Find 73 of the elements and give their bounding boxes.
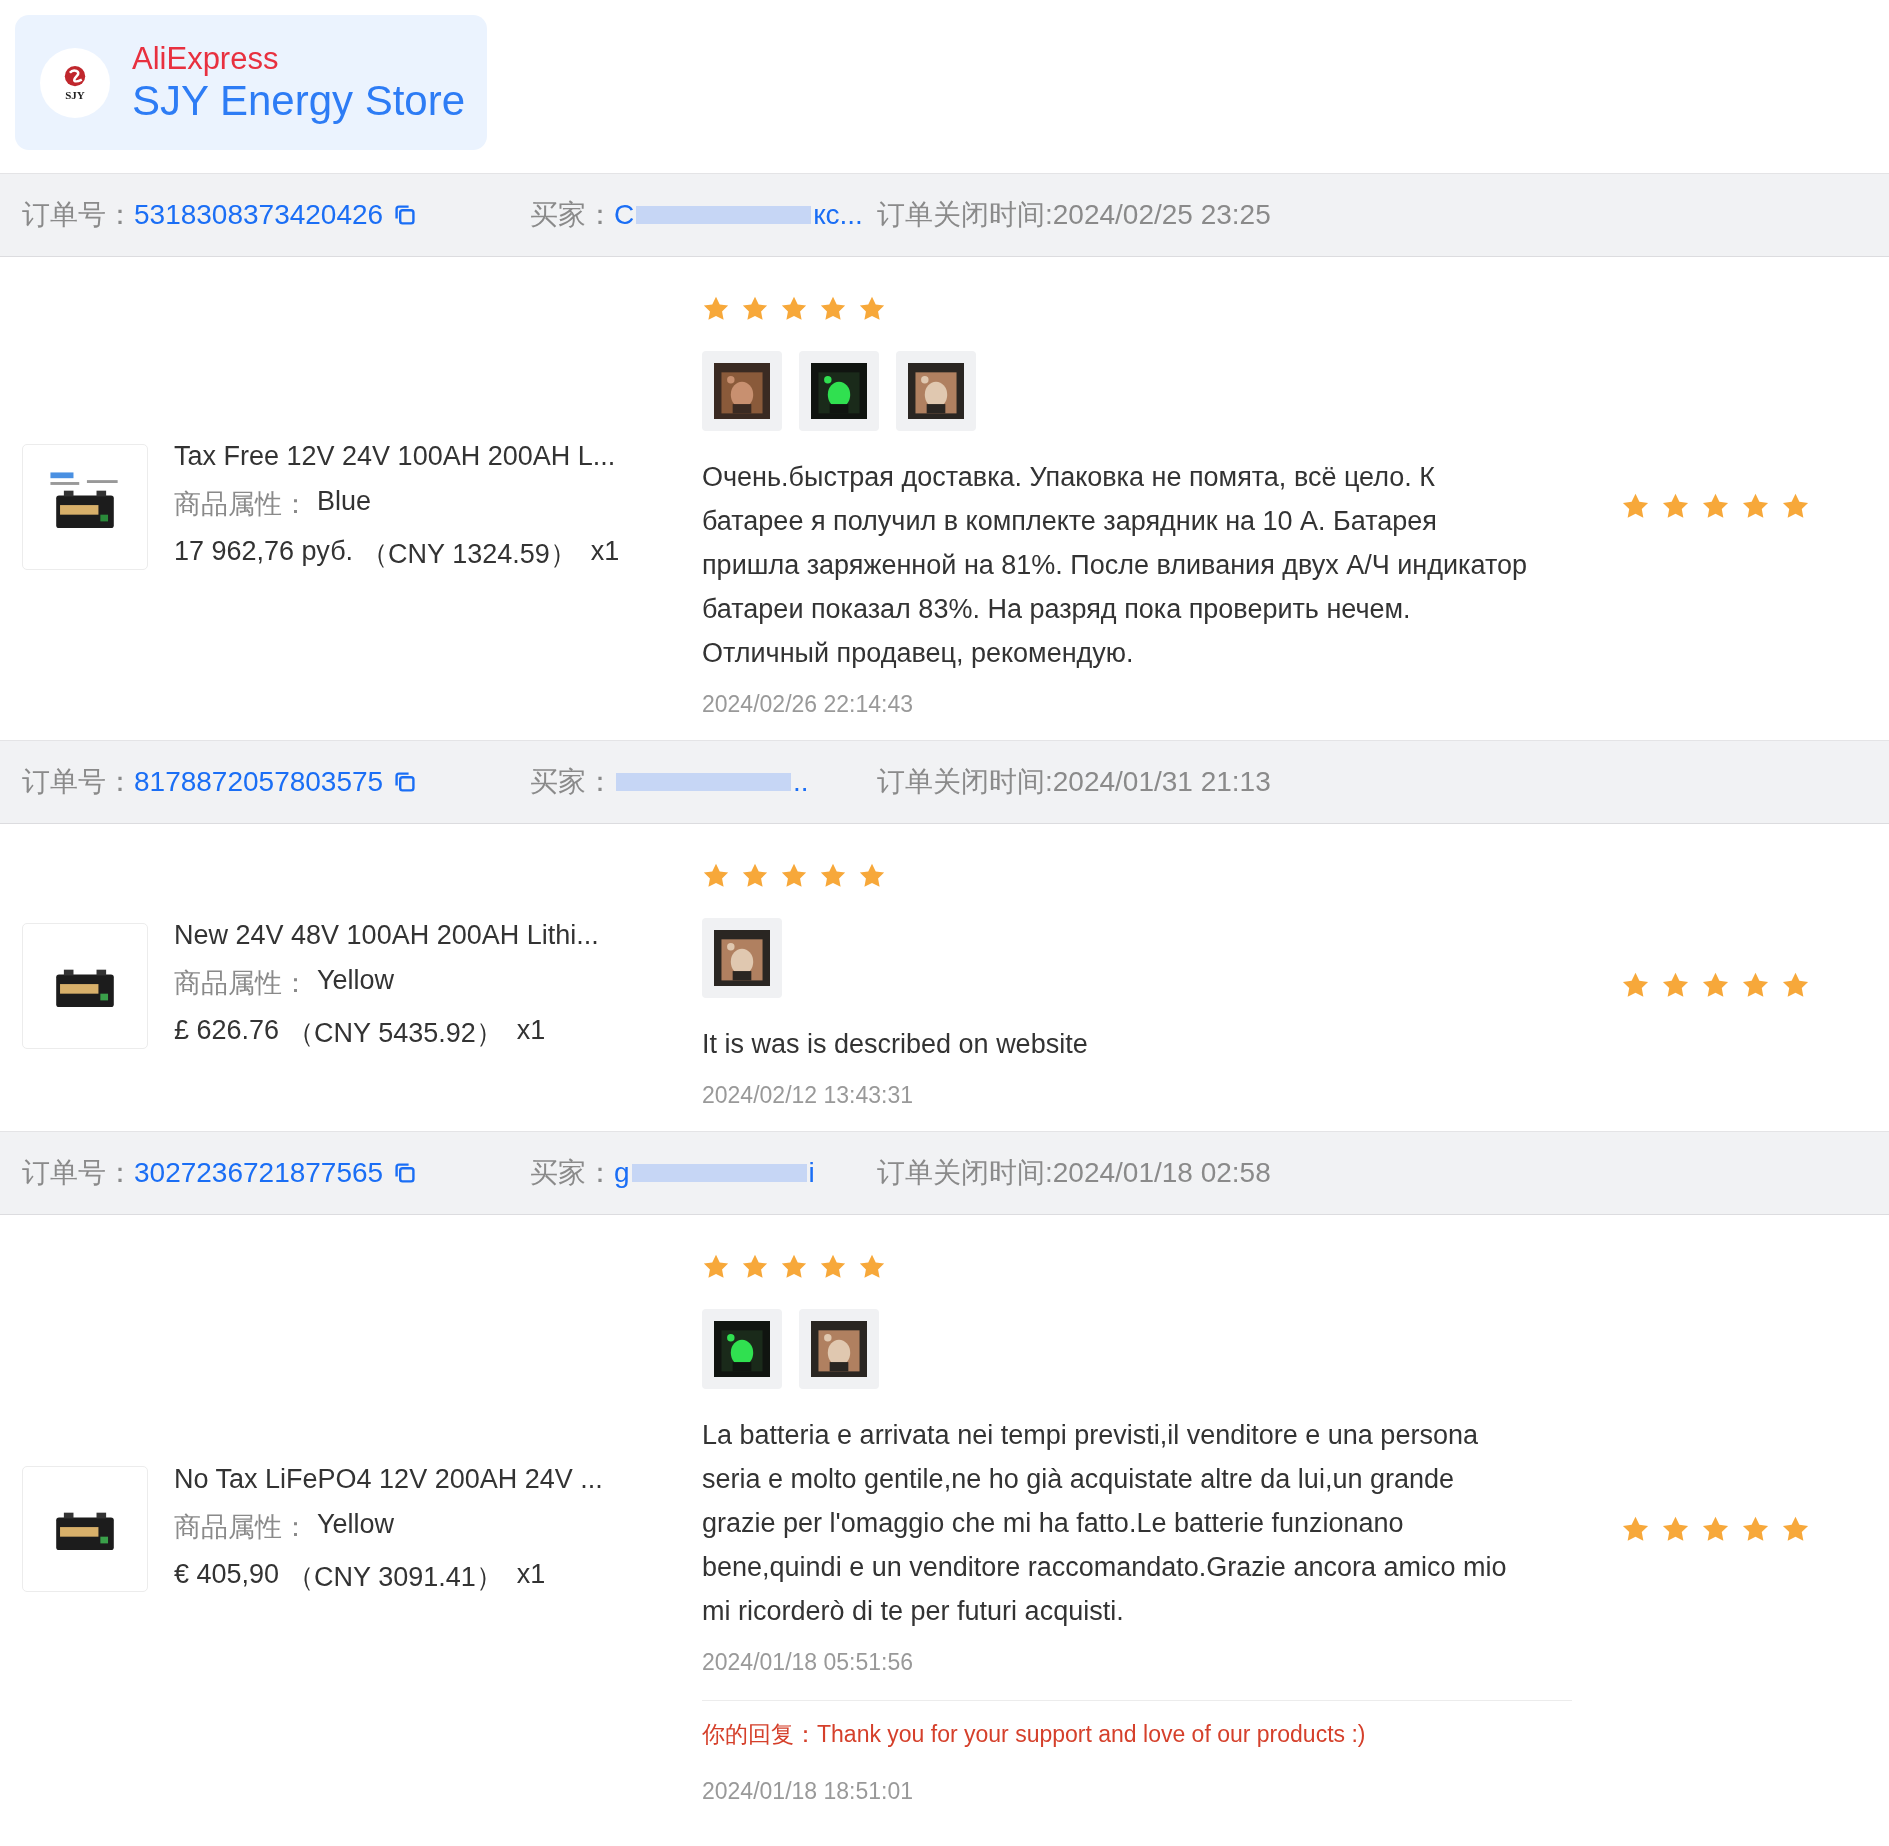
review-photo[interactable] <box>702 918 782 998</box>
buyer-label: 买家： <box>530 198 614 232</box>
star-icon <box>741 295 769 323</box>
quantity: x1 <box>516 1558 546 1591</box>
price: € 405,90 <box>174 1558 280 1591</box>
review-photo[interactable] <box>799 1309 879 1389</box>
attribute-value: Yellow <box>317 1508 395 1541</box>
order-number[interactable]: 5318308373420426 <box>134 199 384 231</box>
close-time: 订单关闭时间:2024/01/18 02:58 <box>877 1156 1271 1190</box>
attribute-label: 商品属性： <box>174 1510 309 1544</box>
star-icon <box>858 295 886 323</box>
review-photo[interactable] <box>702 351 782 431</box>
order-number-label: 订单号： <box>22 1156 134 1190</box>
order-number[interactable]: 3027236721877565 <box>134 1157 384 1189</box>
attribute-value: Blue <box>317 486 372 518</box>
review-date: 2024/02/26 22:14:43 <box>702 691 914 718</box>
review-text: It is was is described on website <box>702 1028 1089 1061</box>
star-icon <box>780 295 808 323</box>
product-thumbnail[interactable] <box>22 443 148 570</box>
order-number-label: 订单号： <box>22 198 134 232</box>
star-icon <box>780 862 808 890</box>
product-thumbnail[interactable] <box>22 1466 148 1592</box>
close-time: 订单关闭时间:2024/01/31 21:13 <box>877 765 1271 799</box>
reply-date: 2024/01/18 18:51:01 <box>702 1778 915 1805</box>
star-icon <box>819 1253 847 1281</box>
seller-reply: 你的回复：Thank you for your support and love of our products :) <box>702 1720 1367 1749</box>
star-icon <box>780 1253 808 1281</box>
star-icon <box>702 1253 730 1281</box>
star-icon <box>741 1253 769 1281</box>
quantity: x1 <box>516 1015 546 1047</box>
review-photo[interactable] <box>799 351 879 431</box>
buyer-name[interactable]: C <box>614 199 635 231</box>
quantity: x1 <box>590 536 620 568</box>
product-title[interactable]: No Tax LiFePO4 12V 200AH 24V ... <box>174 1463 603 1495</box>
attribute-label: 商品属性： <box>174 488 309 521</box>
cny-price: （CNY 5435.92） <box>287 1017 503 1050</box>
copy-icon[interactable] <box>393 770 418 794</box>
buyer-name[interactable]: кc... <box>813 199 863 231</box>
platform-name: AliExpress <box>132 40 280 77</box>
star-icon <box>819 862 847 890</box>
buyer-name[interactable]: g <box>614 1157 630 1189</box>
cny-price: （CNY 1324.59） <box>361 538 577 571</box>
store-logo: SJY <box>40 47 110 118</box>
buyer-name[interactable]: i <box>808 1157 815 1189</box>
review-photo[interactable] <box>702 1309 782 1389</box>
review-date: 2024/01/18 05:51:56 <box>702 1649 914 1676</box>
cny-price: （CNY 3091.41） <box>287 1560 503 1594</box>
store-name[interactable]: SJY Energy Store <box>132 76 466 125</box>
order-number[interactable]: 8178872057803575 <box>134 766 384 798</box>
product-title[interactable]: Tax Free 12V 24V 100AH 200AH L... <box>174 441 620 472</box>
review-date: 2024/02/12 13:43:31 <box>702 1082 914 1109</box>
buyer-label: 买家： <box>530 1156 614 1190</box>
star-icon <box>858 862 886 890</box>
price: 17 962,76 руб. <box>174 536 354 568</box>
product-title[interactable]: New 24V 48V 100AH 200AH Lithi... <box>174 920 599 951</box>
review-photo[interactable] <box>896 351 976 431</box>
buyer-name[interactable]: .. <box>793 766 809 798</box>
close-time: 订单关闭时间:2024/02/25 23:25 <box>877 198 1271 232</box>
price: £ 626.76 <box>174 1015 280 1047</box>
star-icon <box>702 862 730 890</box>
buyer-label: 买家： <box>530 765 614 799</box>
star-icon <box>858 1253 886 1281</box>
star-icon <box>702 295 730 323</box>
copy-icon[interactable] <box>393 203 418 227</box>
order-number-label: 订单号： <box>22 765 134 799</box>
copy-icon[interactable] <box>393 1161 418 1185</box>
attribute-value: Yellow <box>317 965 395 997</box>
product-thumbnail[interactable] <box>22 922 148 1049</box>
review-text: La batteria e arrivata nei tempi previsti,il venditore e una persona seria e molto gentile,ne ho già acquistate altre da lui,un grande grazie per l'omaggio che mi ha fatto.Le batterie funzionano bene,quindi e un venditore raccomandato.Grazie ancora amico mio mi ricorderò di te per futuri acquisti. <box>702 1419 1508 1628</box>
review-text: Очень.быстрая доставка. Упаковка не помята, всё цело. К батарее я получил в комплекте зарядник на 10 А. Батарея пришла заряженной на 81%. После вливания двух А/Ч индикатор батареи показал 83%. На разряд пока проверить нечем. Отличный продавец, рекомендую. <box>702 461 1529 670</box>
star-icon <box>741 862 769 890</box>
star-icon <box>819 295 847 323</box>
attribute-label: 商品属性： <box>174 967 309 1000</box>
